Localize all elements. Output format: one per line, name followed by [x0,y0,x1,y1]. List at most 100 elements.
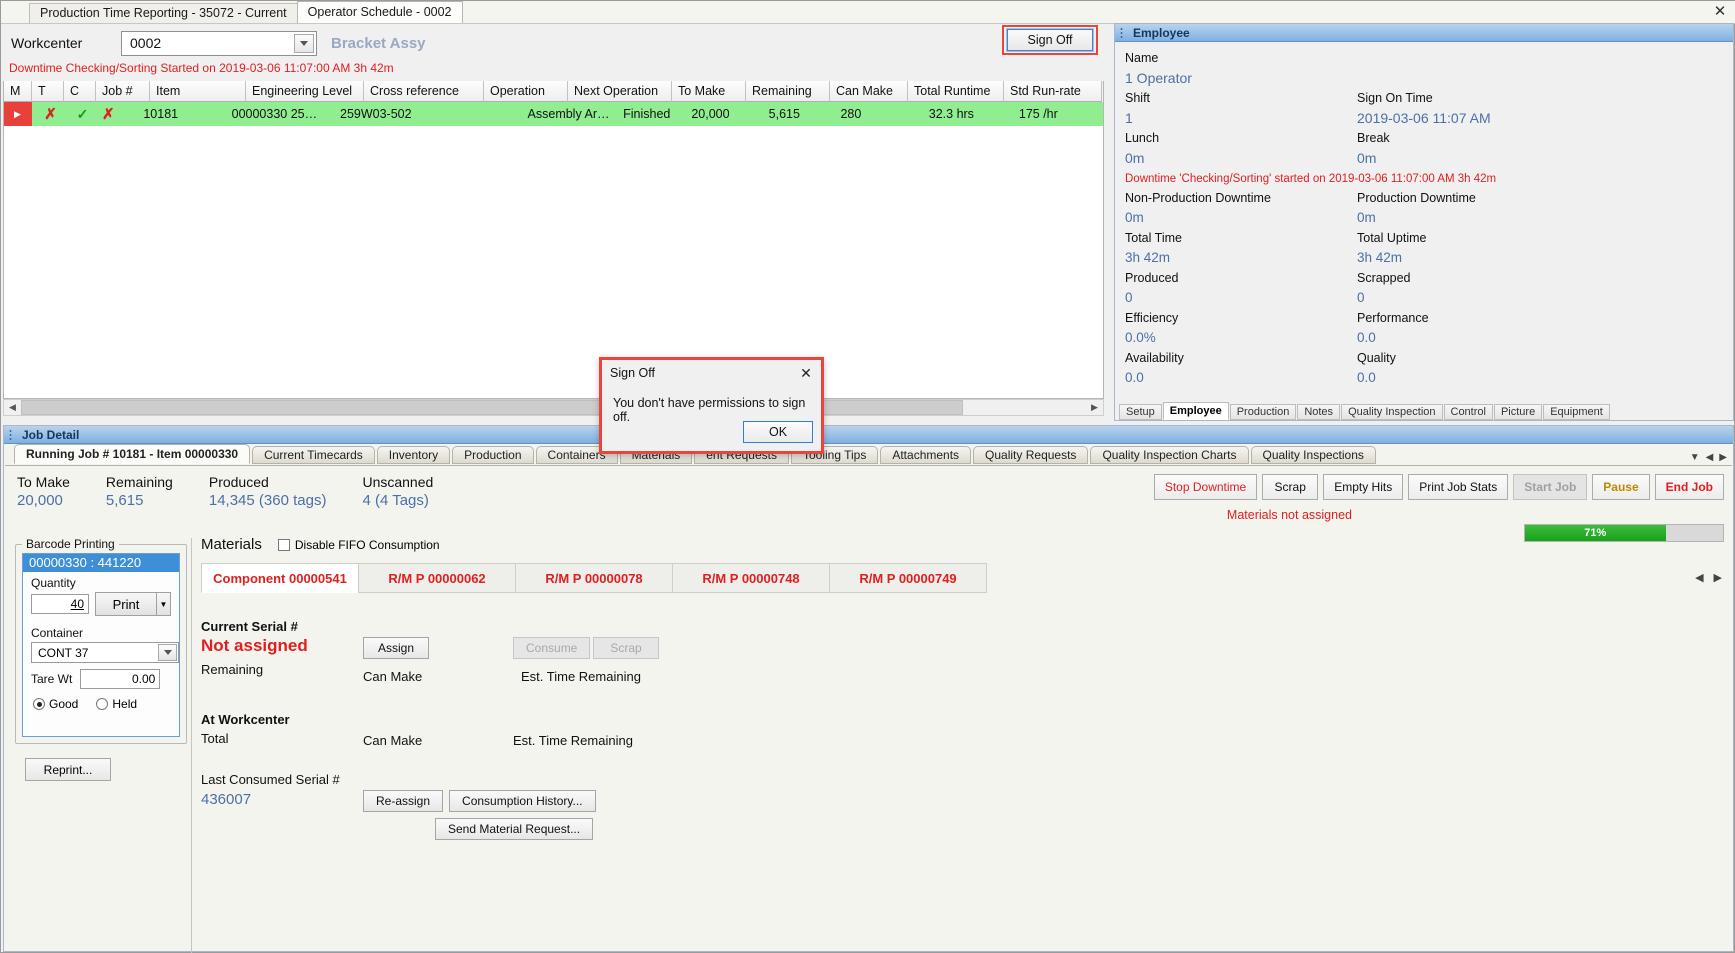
assign-button[interactable]: Assign [363,637,429,659]
grid-col-to-make[interactable]: To Make [672,81,746,102]
grid-col-can-make[interactable]: Can Make [830,81,908,102]
grid-col-cross-reference[interactable]: Cross reference [364,81,484,102]
row-selector[interactable]: ▶ [4,102,32,126]
material-tab-rm-00000078[interactable]: R/M P 00000078 [515,563,673,593]
tab-inventory[interactable]: Inventory [376,446,451,464]
cell-t-flag[interactable]: ✗ [32,102,64,126]
workcenter-row: Workcenter 0002 Bracket Assy [1,25,1105,61]
stat-to-make-label: To Make [17,474,70,490]
tab-quality-inspections[interactable]: Quality Inspections [1250,446,1376,464]
workcenter-select[interactable]: 0002 [121,30,317,56]
tare-weight-label: Tare Wt [31,672,73,686]
grid-col-t[interactable]: T [32,81,64,102]
tab-current-timecards[interactable]: Current Timecards [252,446,375,464]
grid-col-remaining[interactable]: Remaining [746,81,830,102]
print-dropdown-icon[interactable]: ▼ [157,592,171,616]
material-tab-rm-00000748[interactable]: R/M P 00000748 [672,563,830,593]
material-tab-rm-00000749[interactable]: R/M P 00000749 [829,563,987,593]
tab-running-job[interactable]: Running Job # 10181 - Item 00000330 [14,444,251,464]
sign-off-button[interactable]: Sign Off [1006,28,1094,52]
send-material-request-button[interactable]: Send Material Request... [435,818,594,840]
tab-employee[interactable]: Employee [1162,402,1229,420]
grid-col-c[interactable]: C [64,81,96,102]
stat-unscanned-value: 4 (4 Tags) [362,492,429,509]
empty-hits-button[interactable]: Empty Hits [1323,474,1404,500]
metric-value-quality: 0.0 [1357,370,1376,385]
end-job-button[interactable]: End Job [1654,474,1724,500]
cell-spacer-10 [159,102,160,126]
scroll-left-icon[interactable]: ◀ [4,400,21,415]
chevron-down-icon-container[interactable] [158,644,177,661]
workcenter-select-value: 0002 [130,35,162,51]
application-window: Production Time Reporting - 35072 - Curr… [0,0,1735,953]
scrap-button[interactable]: Scrap [1262,474,1319,500]
disable-fifo-checkbox[interactable] [277,538,290,551]
consumption-history-button[interactable]: Consumption History... [449,790,596,812]
container-select[interactable]: CONT 37 [31,642,179,663]
scroll-right-icon[interactable]: ▶ [1086,400,1103,415]
metric-value-scrapped: 0 [1357,290,1365,305]
material-tab-component-00000541[interactable]: Component 00000541 [201,563,359,593]
tab-control[interactable]: Control [1443,404,1493,420]
materials-tab-next-icon[interactable]: ▶ [1714,571,1722,584]
print-button[interactable]: Print [95,592,157,616]
window-tab-production-time-reporting[interactable]: Production Time Reporting - 35072 - Curr… [29,3,298,23]
tab-attachments[interactable]: Attachments [880,446,972,464]
grid-col-m[interactable]: M [4,81,32,102]
tare-weight-input[interactable]: 0.00 [80,669,161,689]
grid-col-job[interactable]: Job # [96,81,150,102]
radio-held[interactable]: Held [96,697,137,711]
window-tab-operator-schedule[interactable]: Operator Schedule - 0002 [296,1,463,23]
tab-list-dropdown-icon[interactable]: ▼ [1690,452,1700,463]
tab-scroll-right-icon[interactable]: ▶ [1719,452,1727,463]
dialog-title: Sign Off [610,366,655,380]
dialog-close-icon[interactable]: ✕ [795,363,817,383]
employee-signon-label: Sign On Time [1357,91,1433,105]
tab-quality-inspection[interactable]: Quality Inspection [1341,404,1443,420]
tab-notes[interactable]: Notes [1297,404,1341,420]
grid-col-next-operation[interactable]: Next Operation [568,81,672,102]
metric-label-total-uptime: Total Uptime [1357,231,1427,245]
tab-quality-inspection-charts[interactable]: Quality Inspection Charts [1090,446,1249,464]
last-consumed-serial-label: Last Consumed Serial # [201,772,340,787]
table-row[interactable]: ▶ ✗ ✓ ✗ [4,102,1103,126]
materials-tab-nav: ◀ ▶ [1695,571,1722,584]
barcode-quantity-input[interactable]: 40 [31,594,89,614]
cell-third-flag[interactable]: ✗ [96,102,150,126]
tab-picture[interactable]: Picture [1493,404,1543,420]
tab-quality-requests[interactable]: Quality Requests [973,446,1089,464]
reprint-button[interactable]: Reprint... [25,758,111,781]
tab-scroll-left-icon[interactable]: ◀ [1706,452,1714,463]
stop-downtime-button[interactable]: Stop Downtime [1153,474,1258,500]
grid-col-item[interactable]: Item [150,81,246,102]
materials-tab-prev-icon[interactable]: ◀ [1695,571,1703,584]
tab-production[interactable]: Production [1229,404,1297,420]
disable-fifo-checkbox-row[interactable]: Disable FIFO Consumption [277,538,440,552]
cell-c-flag[interactable]: ✓ [64,102,96,126]
container-select-value: CONT 37 [38,646,89,660]
re-assign-button[interactable]: Re-assign [363,790,444,812]
grid-col-std-run-rate[interactable]: Std Run-rate [1004,81,1102,102]
close-icon[interactable]: ✕ [1712,4,1728,20]
tare-weight-row: Tare Wt 0.00 [31,669,171,689]
job-detail-panel-title: Job Detail [22,428,80,442]
dialog-ok-button[interactable]: OK [743,421,813,443]
employee-panel-body: Name 1 Operator Shift 1 Lunch 0m Sign On… [1115,42,1733,388]
employee-panel-title: Employee [1133,26,1190,40]
grid-horizontal-scrollbar[interactable]: ◀ ▶ [3,399,1104,416]
grid-col-total-runtime[interactable]: Total Runtime [908,81,1004,102]
tab-equipment[interactable]: Equipment [1543,404,1610,420]
grid-col-engineering-level[interactable]: Engineering Level [246,81,364,102]
grid-col-operation[interactable]: Operation [484,81,568,102]
radio-good[interactable]: Good [33,697,78,711]
chevron-down-icon[interactable] [294,33,314,53]
print-job-stats-button[interactable]: Print Job Stats [1408,474,1509,500]
material-tab-rm-00000062[interactable]: R/M P 00000062 [358,563,516,593]
tab-jd-production[interactable]: Production [452,446,534,464]
pause-button[interactable]: Pause [1592,474,1650,500]
stat-unscanned: Unscanned 4 (4 Tags) [362,474,433,509]
tab-setup[interactable]: Setup [1119,404,1162,420]
at-wc-can-make-label: Can Make [363,733,423,748]
scrollbar-track[interactable] [21,400,1086,415]
at-wc-est-time-label: Est. Time Remaining [513,733,633,748]
